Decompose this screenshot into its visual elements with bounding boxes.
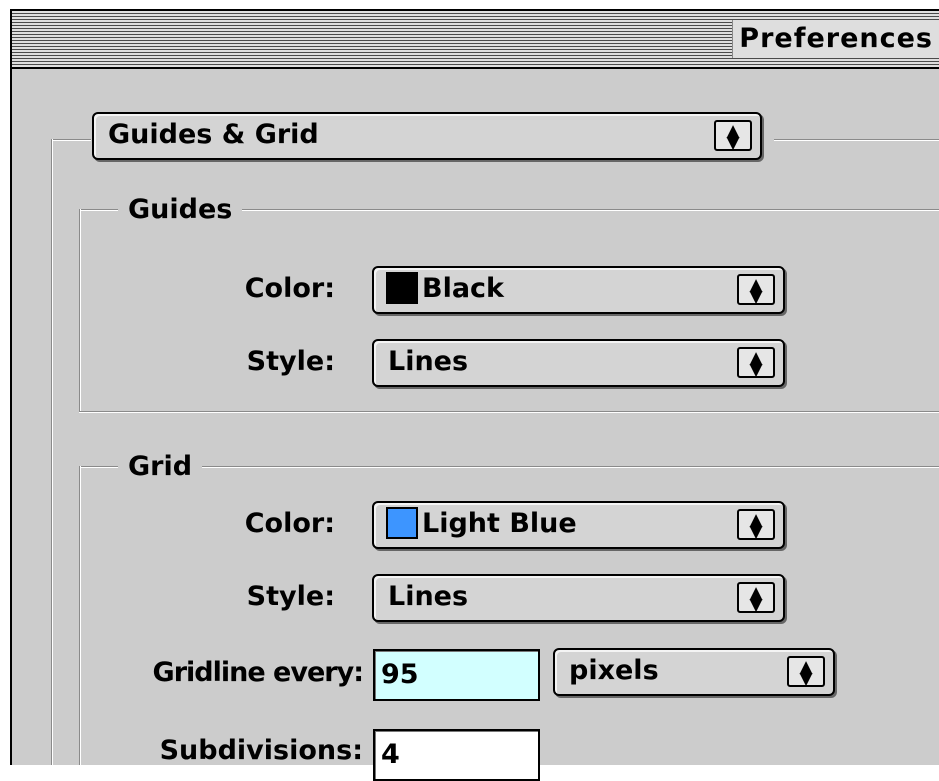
gridline-every-input[interactable]: 95 bbox=[373, 649, 540, 701]
up-down-arrows-icon: ▲ ▼ bbox=[737, 347, 775, 379]
grid-color-popup[interactable]: Light Blue ▲ ▼ bbox=[372, 501, 785, 549]
grid-style-popup[interactable]: Lines ▲ ▼ bbox=[372, 574, 785, 622]
preferences-window: Preferences Guides & Grid ▲ ▼ Guides Colo… bbox=[10, 9, 939, 781]
grid-color-swatch bbox=[386, 506, 418, 539]
section-popup-value: Guides & Grid bbox=[108, 119, 319, 150]
section-popup[interactable]: Guides & Grid ▲ ▼ bbox=[92, 112, 762, 160]
up-down-arrows-icon: ▲ ▼ bbox=[737, 582, 775, 614]
section-frame-top-left bbox=[51, 139, 91, 141]
grid-style-value: Lines bbox=[388, 581, 469, 612]
window-title: Preferences bbox=[732, 20, 939, 58]
title-bar[interactable]: Preferences bbox=[12, 11, 939, 69]
grid-group-top bbox=[79, 466, 939, 468]
grid-style-label: Style: bbox=[246, 581, 335, 612]
guides-group-bottom bbox=[79, 411, 939, 413]
guides-color-popup[interactable]: Black ▲ ▼ bbox=[372, 266, 785, 314]
grid-color-value: Light Blue bbox=[422, 508, 577, 539]
gridline-unit-popup[interactable]: pixels ▲ ▼ bbox=[553, 648, 835, 696]
guides-style-label: Style: bbox=[246, 346, 335, 377]
guides-color-swatch bbox=[386, 271, 418, 304]
guides-style-popup[interactable]: Lines ▲ ▼ bbox=[372, 339, 785, 387]
guides-color-value: Black bbox=[422, 273, 505, 304]
up-down-arrows-icon: ▲ ▼ bbox=[714, 120, 752, 152]
section-frame-left bbox=[51, 139, 53, 765]
guides-color-label: Color: bbox=[244, 273, 335, 304]
up-down-arrows-icon: ▲ ▼ bbox=[737, 274, 775, 306]
up-down-arrows-icon: ▲ ▼ bbox=[737, 509, 775, 541]
subdivisions-label: Subdivisions: bbox=[159, 735, 363, 766]
guides-group-title: Guides bbox=[118, 195, 243, 225]
guides-group-left bbox=[79, 209, 81, 413]
grid-group-left bbox=[79, 466, 81, 765]
up-down-arrows-icon: ▲ ▼ bbox=[787, 656, 825, 688]
grid-group-title: Grid bbox=[118, 452, 203, 482]
section-frame-top-right bbox=[774, 139, 939, 141]
grid-color-label: Color: bbox=[244, 508, 335, 539]
gridline-unit-value: pixels bbox=[569, 655, 659, 686]
gridline-every-label: Gridline every: bbox=[152, 657, 364, 688]
subdivisions-input[interactable]: 4 bbox=[373, 729, 540, 781]
guides-style-value: Lines bbox=[388, 346, 469, 377]
